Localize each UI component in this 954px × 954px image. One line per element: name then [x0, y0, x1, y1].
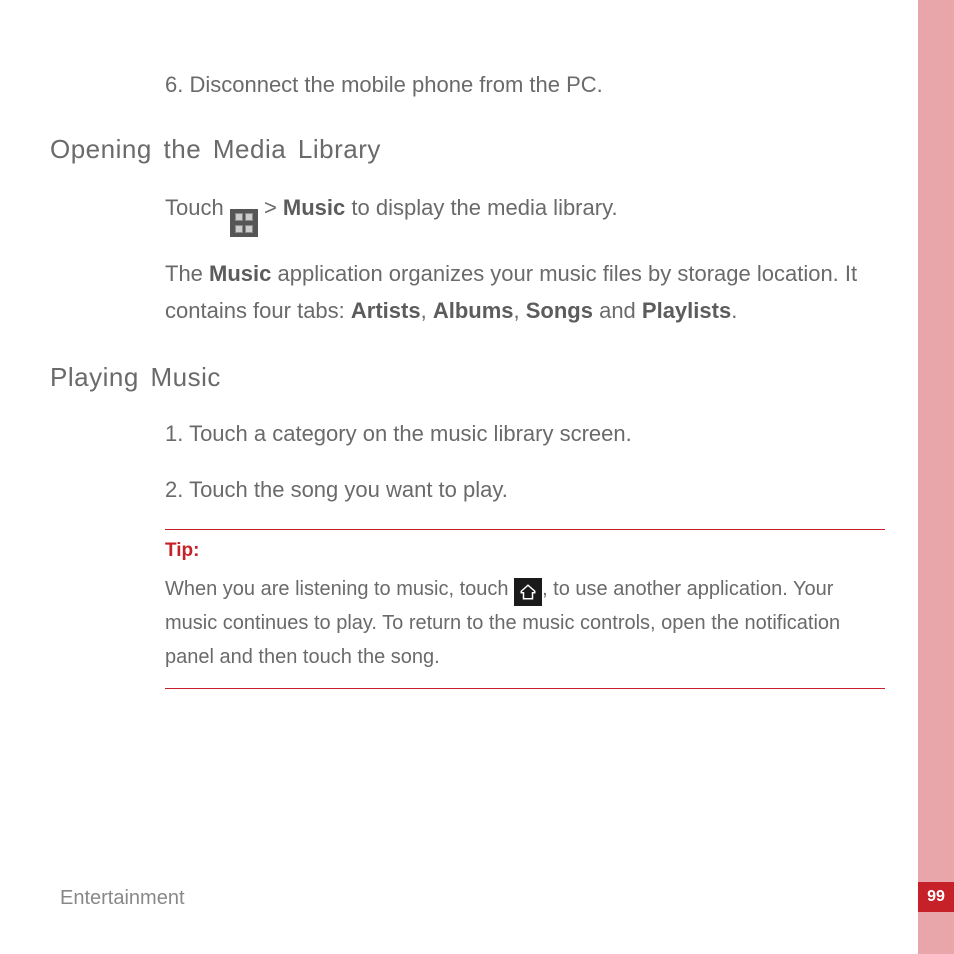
text: The: [165, 261, 209, 286]
home-icon: [514, 578, 542, 606]
side-tab-strip: [918, 0, 954, 954]
section-footer: Entertainment: [60, 887, 185, 910]
apps-grid-icon: [230, 209, 258, 237]
text: ,: [514, 298, 526, 323]
text: to display the media library.: [345, 195, 617, 220]
text: >: [264, 195, 283, 220]
bold-artists: Artists: [351, 298, 421, 323]
bold-music: Music: [209, 261, 271, 286]
tip-body: When you are listening to music, touch ,…: [165, 572, 885, 674]
text: When you are listening to music, touch: [165, 578, 514, 600]
play-step-2: 2. Touch the song you want to play.: [165, 473, 885, 507]
bold-playlists: Playlists: [642, 298, 731, 323]
bold-albums: Albums: [433, 298, 514, 323]
tip-block: Tip: When you are listening to music, to…: [165, 529, 885, 689]
step-6: 6. Disconnect the mobile phone from the …: [165, 68, 885, 102]
open-library-description: The Music application organizes your mus…: [165, 255, 885, 330]
text: .: [731, 298, 737, 323]
tip-label: Tip:: [165, 540, 885, 562]
text: and: [593, 298, 642, 323]
bold-music: Music: [283, 195, 345, 220]
bold-songs: Songs: [526, 298, 593, 323]
open-library-instruction: Touch > Music to display the media libra…: [165, 189, 885, 237]
text: Touch: [165, 195, 230, 220]
page-content: 6. Disconnect the mobile phone from the …: [50, 68, 892, 689]
play-step-1: 1. Touch a category on the music library…: [165, 417, 885, 451]
page-number-box: 99: [918, 882, 954, 912]
page-number: 99: [927, 888, 945, 906]
heading-opening-media-library: Opening the Media Library: [50, 134, 892, 165]
text: ,: [421, 298, 433, 323]
heading-playing-music: Playing Music: [50, 362, 892, 393]
